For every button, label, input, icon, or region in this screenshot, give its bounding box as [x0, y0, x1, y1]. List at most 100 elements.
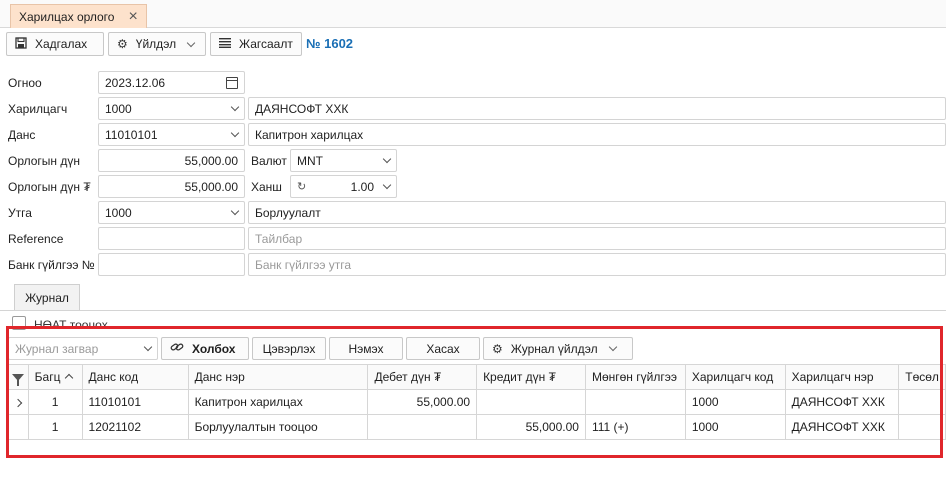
document-number: № 1602 — [306, 36, 354, 51]
date-label: Огноо — [8, 76, 42, 90]
column-header-project[interactable]: Төсөл — [898, 364, 946, 390]
column-header-debit[interactable]: Дебет дүн ₮ — [367, 364, 478, 390]
column-header-partner-code[interactable]: Харилцагч код — [684, 364, 786, 390]
table-row[interactable]: 1 11010101 Капитрон харилцах 55,000.00 1… — [8, 389, 946, 415]
clear-button[interactable]: Цэвэрлэх — [252, 337, 326, 360]
account-name-field[interactable]: Капитрон харилцах — [248, 123, 946, 146]
grid-header-row: Багц Данс код Данс нэр Дебет дүн ₮ Креди… — [8, 364, 946, 390]
cell-partner-code[interactable]: 1000 — [684, 389, 786, 415]
currency-select[interactable]: MNT — [290, 149, 397, 172]
cell-credit[interactable]: 55,000.00 — [476, 414, 586, 440]
cell-account-name[interactable]: Капитрон харилцах — [187, 389, 369, 415]
cell-credit[interactable] — [476, 389, 586, 415]
chevron-down-icon — [230, 206, 240, 215]
partner-label: Харилцагч — [8, 102, 68, 116]
calendar-icon[interactable] — [226, 76, 238, 89]
rate-input[interactable]: ↻ 1.00 — [290, 175, 397, 198]
amount-mnt-input[interactable]: 55,000.00 — [98, 175, 245, 198]
close-tab-icon[interactable]: × — [128, 8, 137, 25]
cell-project[interactable] — [898, 414, 946, 440]
date-value: 2023.12.06 — [105, 75, 166, 90]
partner-code-value: 1000 — [105, 101, 132, 116]
cell-cash-flow[interactable] — [584, 389, 686, 415]
remove-button[interactable]: Хасах — [406, 337, 480, 360]
journal-grid: Багц Данс код Данс нэр Дебет дүн ₮ Креди… — [8, 364, 946, 440]
refresh-icon[interactable]: ↻ — [297, 180, 306, 193]
column-header-cash-flow[interactable]: Мөнгөн гүйлгээ — [584, 364, 686, 390]
amount-mnt-value: 55,000.00 — [184, 179, 238, 194]
contra-name-field[interactable]: Борлуулалт — [248, 201, 946, 224]
floppy-disk-icon — [15, 36, 27, 52]
bank-tx-note-input[interactable]: Банк гүйлгээ утга — [248, 253, 946, 276]
actions-dropdown[interactable]: ⚙ Үйлдэл — [108, 32, 206, 56]
actions-label: Үйлдэл — [135, 37, 177, 51]
save-button[interactable]: Хадгалах — [6, 32, 104, 56]
reference-input[interactable] — [98, 227, 245, 250]
column-header-account-code[interactable]: Данс код — [81, 364, 189, 390]
cell-partner-code[interactable]: 1000 — [684, 414, 786, 440]
contra-name-value: Борлуулалт — [255, 205, 321, 220]
gears-icon: ⚙ — [117, 37, 128, 51]
cell-cash-flow[interactable]: 111 (+) — [584, 414, 686, 440]
partner-name-field[interactable]: ДАЯНСОФТ ХХК — [248, 97, 946, 120]
journal-template-placeholder: Журнал загвар — [15, 341, 99, 356]
remove-button-label: Хасах — [426, 341, 460, 356]
link-icon — [170, 341, 184, 356]
amount-value: 55,000.00 — [184, 153, 238, 168]
cell-batch[interactable]: 1 — [27, 389, 83, 415]
row-indicator — [8, 414, 29, 440]
contra-label: Утга — [8, 206, 32, 220]
contra-code-value: 1000 — [105, 205, 132, 220]
column-header-account-name[interactable]: Данс нэр — [187, 364, 369, 390]
chevron-down-icon — [143, 342, 153, 351]
currency-value: MNT — [297, 153, 323, 168]
cell-debit[interactable]: 55,000.00 — [367, 389, 478, 415]
account-code-value: 11010101 — [105, 127, 158, 142]
list-button-label: Жагсаалт — [239, 37, 293, 51]
amount-input[interactable]: 55,000.00 — [98, 149, 245, 172]
cell-batch[interactable]: 1 — [27, 414, 83, 440]
partner-name-value: ДАЯНСОФТ ХХК — [255, 101, 349, 116]
column-header-partner-name[interactable]: Харилцагч нэр — [784, 364, 900, 390]
list-button[interactable]: Жагсаалт — [210, 32, 302, 56]
tab-journal[interactable]: Журнал — [14, 284, 80, 311]
account-code-select[interactable]: 11010101 — [98, 123, 245, 146]
document-tab-title: Харилцах орлого — [19, 9, 115, 24]
date-picker[interactable]: 2023.12.06 — [98, 71, 245, 94]
cell-partner-name[interactable]: ДАЯНСОФТ ХХК — [784, 389, 900, 415]
description-placeholder: Тайлбар — [255, 231, 303, 246]
chevron-down-icon — [186, 38, 196, 47]
cell-project[interactable] — [898, 389, 946, 415]
cell-account-code[interactable]: 12021102 — [81, 414, 189, 440]
filter-icon[interactable] — [8, 364, 29, 390]
account-label: Данс — [8, 128, 36, 142]
partner-code-select[interactable]: 1000 — [98, 97, 245, 120]
chevron-down-icon — [230, 102, 240, 111]
description-input[interactable]: Тайлбар — [248, 227, 946, 250]
document-tab[interactable]: Харилцах орлого × — [10, 4, 147, 28]
vat-label: НӨАТ тооцох — [34, 318, 108, 328]
column-header-credit[interactable]: Кредит дүн ₮ — [476, 364, 586, 390]
cell-debit[interactable] — [367, 414, 478, 440]
table-row[interactable]: 1 12021102 Борлуулалтын тооцоо 55,000.00… — [8, 414, 946, 440]
journal-template-select[interactable]: Журнал загвар — [8, 337, 158, 360]
journal-actions-label: Журнал үйлдэл — [510, 341, 598, 356]
sort-ascending-icon — [65, 373, 74, 383]
bank-tx-input[interactable] — [98, 253, 245, 276]
cell-account-code[interactable]: 11010101 — [81, 389, 189, 415]
account-name-value: Капитрон харилцах — [255, 127, 364, 142]
add-button-label: Нэмэх — [348, 341, 384, 356]
journal-actions-dropdown[interactable]: ⚙ Журнал үйлдэл — [483, 337, 633, 360]
cell-partner-name[interactable]: ДАЯНСОФТ ХХК — [784, 414, 900, 440]
vat-checkbox[interactable] — [12, 316, 26, 330]
cell-account-name[interactable]: Борлуулалтын тооцоо — [187, 414, 369, 440]
link-button[interactable]: Холбох — [161, 337, 249, 360]
currency-label: Валют — [251, 154, 287, 168]
add-button[interactable]: Нэмэх — [329, 337, 403, 360]
gears-icon: ⚙ — [492, 341, 503, 356]
bank-tx-label: Банк гүйлгээ № — [8, 258, 95, 272]
contra-code-select[interactable]: 1000 — [98, 201, 245, 224]
tab-divider — [0, 310, 946, 311]
column-header-batch[interactable]: Багц — [27, 364, 83, 390]
tab-journal-label: Журнал — [25, 291, 69, 305]
